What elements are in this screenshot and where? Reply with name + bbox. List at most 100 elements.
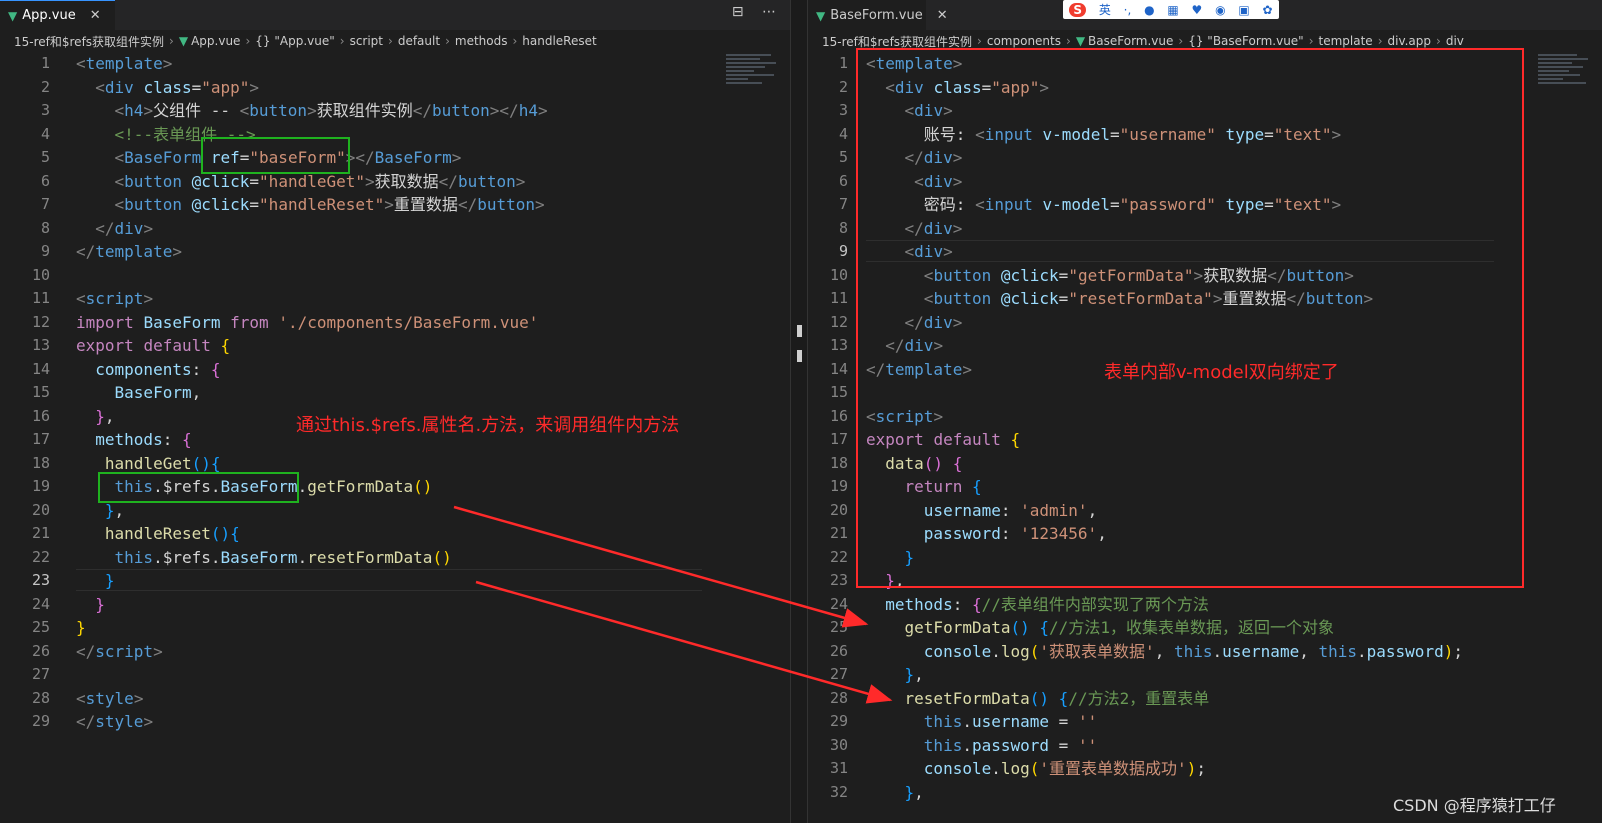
- breadcrumb-item[interactable]: 15-ref和$refs获取组件实例: [14, 33, 164, 50]
- breadcrumb-label: script: [349, 34, 384, 48]
- ime-lang-toggle[interactable]: 英: [1099, 1, 1111, 18]
- breadcrumb-label: BaseForm.vue: [1088, 34, 1174, 48]
- code-token: (): [432, 547, 452, 567]
- split-editor-icon[interactable]: ⊟: [732, 4, 744, 20]
- highlight-box-template: [856, 48, 1524, 588]
- line-number: 8: [40, 218, 50, 237]
- line-number: 15: [829, 383, 848, 401]
- ime-logo[interactable]: S: [1069, 2, 1087, 17]
- code-token: template: [95, 242, 173, 261]
- code-token: </: [95, 218, 115, 238]
- code-token: >: [384, 195, 394, 214]
- breadcrumb-item[interactable]: 15-ref和$refs获取组件实例: [822, 33, 972, 50]
- code-text: </script>: [76, 640, 163, 664]
- code-text: }: [76, 616, 86, 640]
- tab-app-vue[interactable]: ▼ App.vue ✕: [0, 0, 115, 30]
- close-icon[interactable]: ✕: [937, 8, 948, 23]
- line-number: 5: [838, 148, 848, 166]
- breadcrumb-item[interactable]: div.app: [1388, 34, 1432, 48]
- minimap[interactable]: [1538, 52, 1594, 122]
- line-number: 6: [40, 171, 50, 190]
- chevron-right-icon: ›: [512, 34, 518, 48]
- skin-icon[interactable]: ♥: [1192, 3, 1203, 17]
- code-token: handleGet: [104, 453, 192, 473]
- line-number: 27: [829, 665, 848, 683]
- split-divider[interactable]: [790, 0, 808, 823]
- settings-icon[interactable]: ✿: [1263, 3, 1273, 17]
- code-token: button: [124, 195, 182, 214]
- left-editor-pane: ▼ App.vue ✕ ⊟ ⋯ 15-ref和$refs获取组件实例 › ▼ App.…: [0, 0, 790, 823]
- code-token: <: [95, 77, 105, 97]
- code-text: handleReset(){: [76, 522, 240, 546]
- breadcrumb-label: 15-ref和$refs获取组件实例: [14, 34, 165, 49]
- chevron-right-icon: ›: [977, 34, 982, 48]
- code-token: username: [971, 712, 1050, 731]
- breadcrumb-item[interactable]: methods: [455, 34, 508, 48]
- code-token: style: [95, 712, 144, 731]
- code-token: >: [143, 101, 154, 120]
- close-icon[interactable]: ✕: [90, 8, 101, 23]
- code-token: components: [95, 359, 192, 379]
- breadcrumb-item[interactable]: {} "App.vue": [255, 34, 334, 48]
- breadcrumb-item[interactable]: ▼ App.vue: [179, 34, 241, 48]
- breadcrumb-item[interactable]: components: [987, 34, 1061, 48]
- tab-baseform-vue[interactable]: ▼ BaseForm.vue ✕: [808, 0, 948, 30]
- code-token: (: [1029, 759, 1040, 778]
- line-number: 18: [829, 453, 848, 472]
- code-token: <: [114, 195, 125, 214]
- code-token: button: [477, 195, 535, 214]
- code-token: ,: [114, 500, 125, 520]
- breadcrumb-item[interactable]: template: [1319, 34, 1373, 48]
- code-text: },: [866, 663, 924, 687]
- breadcrumb-item[interactable]: script: [350, 34, 383, 48]
- mic-icon[interactable]: ●: [1144, 3, 1154, 17]
- line-number: 29: [31, 712, 50, 730]
- breadcrumb-item[interactable]: div: [1446, 34, 1464, 48]
- code-token: </: [76, 641, 96, 661]
- line-number: 5: [40, 148, 50, 166]
- code-token: ,: [104, 406, 115, 426]
- line-number: 13: [829, 336, 848, 354]
- breadcrumb-item[interactable]: {} "BaseForm.vue": [1188, 34, 1303, 48]
- chevron-right-icon: ›: [169, 34, 174, 48]
- code-token: .: [962, 712, 972, 731]
- code-token: =: [1049, 735, 1078, 755]
- code-token: "handleReset": [259, 195, 385, 214]
- line-number: 9: [40, 242, 50, 260]
- chevron-right-icon: ›: [1377, 34, 1383, 48]
- line-number: 13: [31, 336, 50, 354]
- line-number: 25: [31, 618, 50, 636]
- code-text: this.password = '': [866, 734, 1097, 758]
- keyboard-icon[interactable]: ▦: [1167, 3, 1178, 17]
- breadcrumb-item[interactable]: ▼ BaseForm.vue: [1076, 34, 1174, 48]
- code-token: this: [1173, 641, 1213, 661]
- line-number: 16: [829, 406, 848, 425]
- breadcrumb-label: components: [986, 34, 1061, 48]
- ime-toolbar[interactable]: S 英 ·, ● ▦ ♥ ◉ ▣ ✿: [1063, 0, 1279, 19]
- code-token: ></: [489, 101, 519, 120]
- editor-actions: ⊟ ⋯: [718, 4, 776, 20]
- ime-punct-toggle[interactable]: ·,: [1124, 3, 1132, 17]
- line-number: 1: [838, 54, 848, 72]
- game-icon[interactable]: ◉: [1215, 3, 1225, 17]
- minimap[interactable]: [726, 52, 782, 122]
- breadcrumb-item[interactable]: handleReset: [522, 34, 596, 48]
- grid-icon[interactable]: ▣: [1238, 3, 1249, 17]
- line-number: 9: [838, 242, 848, 260]
- more-actions-icon[interactable]: ⋯: [762, 4, 776, 20]
- code-token: log: [1000, 641, 1030, 661]
- chevron-right-icon: ›: [1178, 34, 1184, 48]
- code-text: export default {: [76, 334, 230, 358]
- breadcrumb-item[interactable]: default: [398, 34, 440, 48]
- code-token: ,: [1154, 641, 1174, 661]
- code-token: .: [297, 477, 308, 496]
